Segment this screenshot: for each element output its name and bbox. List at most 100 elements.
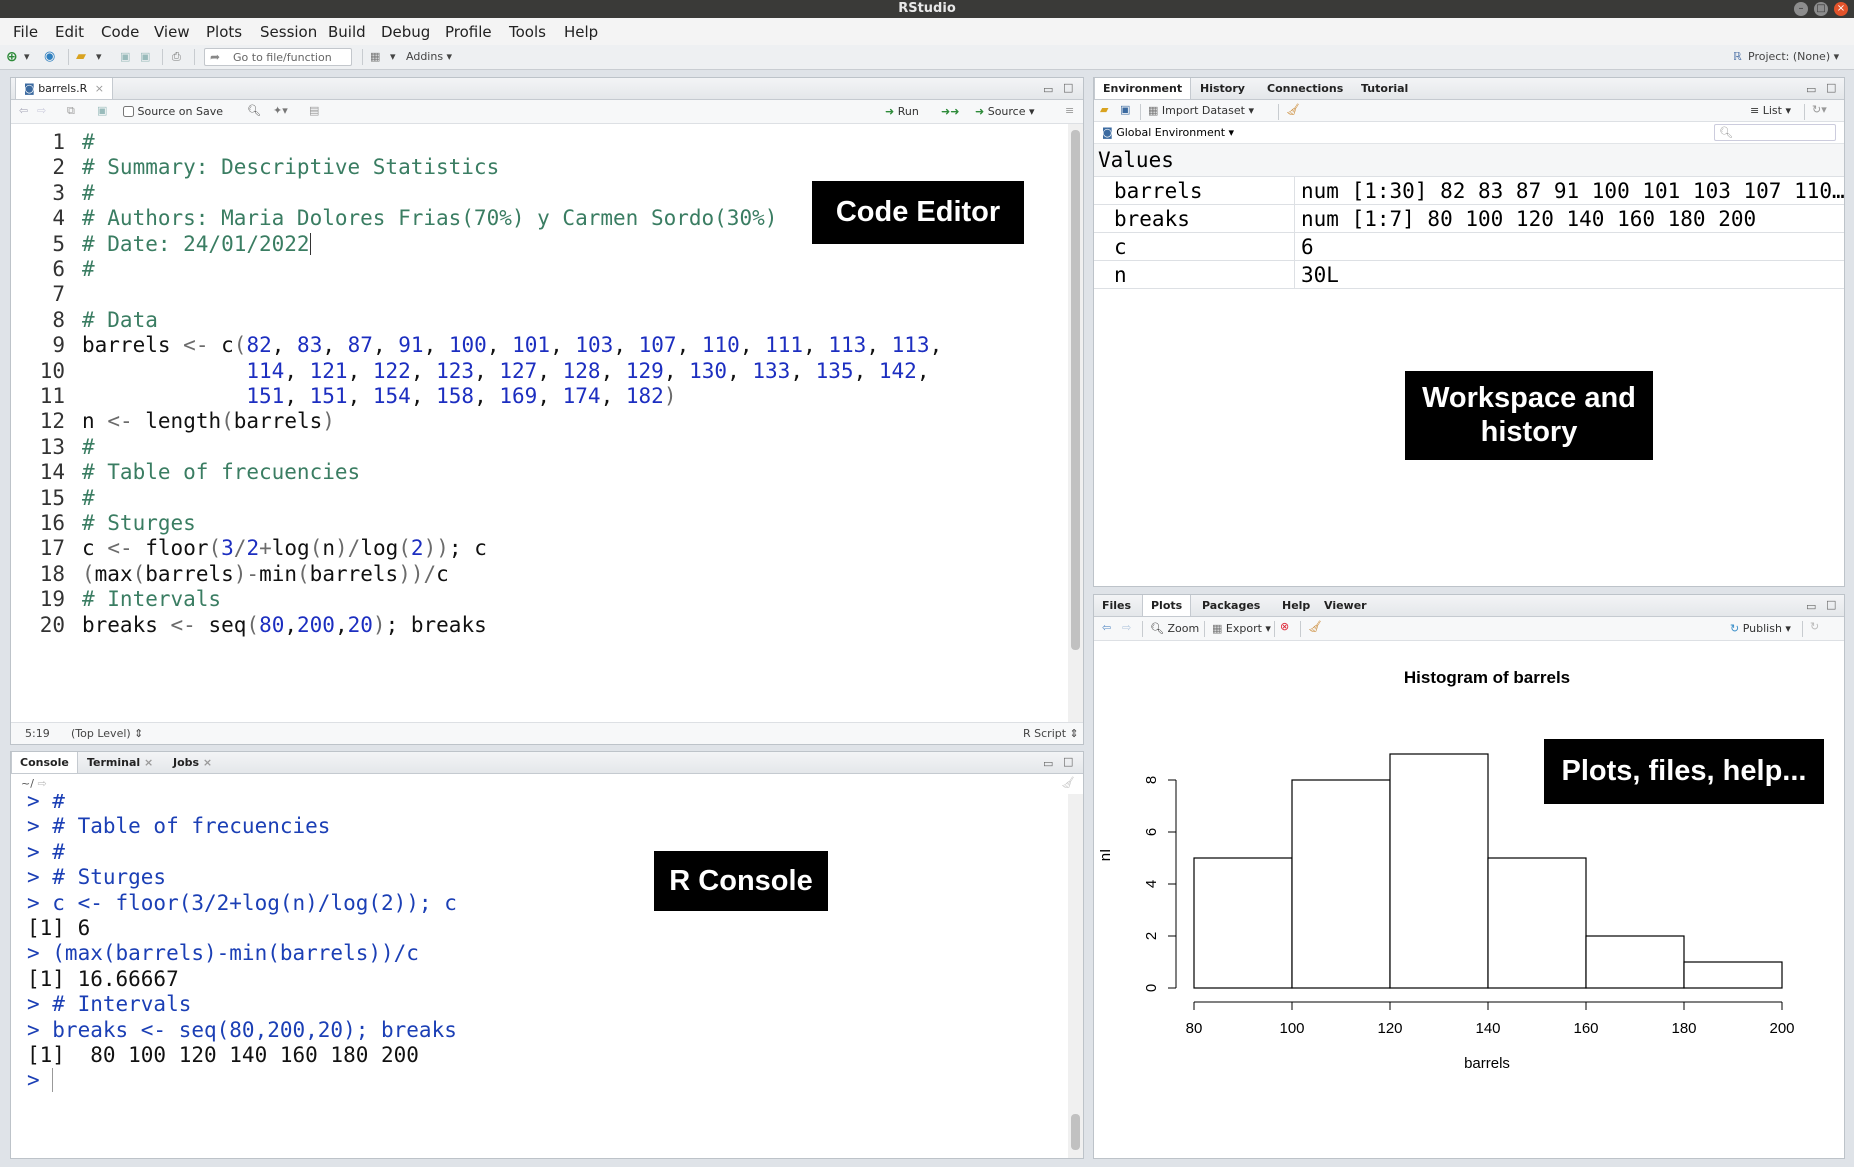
line-number: 20 bbox=[39, 612, 65, 637]
open-dropdown-icon[interactable]: ▾ bbox=[96, 48, 102, 66]
export-button[interactable]: ▦ Export ▾ bbox=[1212, 622, 1271, 635]
back-icon[interactable]: ⇦ bbox=[19, 104, 28, 117]
menu-plots[interactable]: Plots bbox=[206, 23, 242, 41]
remove-plot-icon[interactable]: ⊗ bbox=[1280, 620, 1289, 633]
column-divider bbox=[1294, 177, 1295, 204]
scope-indicator[interactable]: (Top Level) ⇕ bbox=[71, 727, 143, 740]
environment-row[interactable]: n 30L bbox=[1094, 261, 1844, 289]
tab-help[interactable]: Help bbox=[1274, 595, 1318, 616]
environment-row[interactable]: barrels num [1:30] 82 83 87 91 100 101 10… bbox=[1094, 177, 1845, 205]
environment-row[interactable]: c6 bbox=[1094, 233, 1844, 261]
console-scrollbar[interactable] bbox=[1068, 794, 1083, 1158]
refresh-icon[interactable]: ↻▾ bbox=[1812, 103, 1827, 116]
show-in-window-icon[interactable]: ⧉ bbox=[67, 104, 75, 118]
tab-viewer[interactable]: Viewer bbox=[1316, 595, 1375, 616]
new-project-icon[interactable]: ◉ bbox=[44, 48, 55, 66]
tab-barrels-r[interactable]: ◙ barrels.R × bbox=[15, 78, 113, 99]
project-menu[interactable]: Project: (None) ▾ bbox=[1748, 48, 1839, 66]
save-all-icon[interactable]: ▣ bbox=[140, 48, 150, 66]
menu-debug[interactable]: Debug bbox=[381, 23, 430, 41]
menu-help[interactable]: Help bbox=[564, 23, 598, 41]
print-icon[interactable]: ⎙ bbox=[172, 48, 181, 66]
menu-session[interactable]: Session bbox=[260, 23, 317, 41]
compile-report-icon[interactable]: ▤ bbox=[309, 104, 319, 117]
working-dir[interactable]: ~/ ⇨ bbox=[21, 777, 47, 790]
tab-plots-label: Plots bbox=[1151, 599, 1183, 612]
menu-code[interactable]: Code bbox=[101, 23, 139, 41]
maximize-icon[interactable]: □ bbox=[1814, 2, 1828, 16]
menu-profile[interactable]: Profile bbox=[445, 23, 492, 41]
file-type-indicator[interactable]: R Script ⇕ bbox=[1023, 727, 1079, 740]
maximize-pane-icon[interactable]: □ bbox=[1826, 598, 1836, 611]
outline-icon[interactable]: ≡ bbox=[1065, 104, 1074, 117]
tab-console[interactable]: Console bbox=[11, 752, 78, 773]
refresh-icon[interactable]: ↻ bbox=[1810, 620, 1819, 633]
menu-build[interactable]: Build bbox=[328, 23, 366, 41]
environment-row[interactable]: breaks num [1:7] 80 100 120 140 160 180 2… bbox=[1094, 205, 1844, 233]
menu-tools[interactable]: Tools bbox=[509, 23, 546, 41]
close-icon[interactable]: × bbox=[203, 756, 212, 769]
maximize-pane-icon[interactable]: □ bbox=[1826, 81, 1836, 94]
import-dataset-button[interactable]: ▦ Import Dataset ▾ bbox=[1148, 104, 1254, 117]
layout-dropdown-icon[interactable]: ▾ bbox=[390, 48, 396, 66]
broom-icon[interactable]: 🧹︎ bbox=[1286, 103, 1300, 116]
minimize-pane-icon[interactable]: ▭ bbox=[1043, 757, 1053, 770]
tab-plots[interactable]: Plots bbox=[1142, 595, 1192, 616]
tab-jobs[interactable]: Jobs × bbox=[165, 752, 220, 773]
tab-terminal[interactable]: Terminal × bbox=[79, 752, 161, 773]
new-file-icon[interactable]: ⊕ bbox=[6, 48, 18, 66]
maximize-pane-icon[interactable]: □ bbox=[1063, 81, 1073, 94]
list-view-button[interactable]: ≡ List ▾ bbox=[1750, 104, 1791, 117]
magic-wand-icon[interactable]: ✦▾ bbox=[273, 104, 288, 117]
minimize-pane-icon[interactable]: ▭ bbox=[1806, 600, 1816, 613]
source-button[interactable]: ➜ Source ▾ bbox=[975, 105, 1035, 118]
search-icon[interactable]: 🔍︎ bbox=[247, 104, 261, 117]
console-output[interactable]: > # > # Table of frecuencies > # > # Sturge… bbox=[11, 794, 1068, 1158]
minimize-icon[interactable]: – bbox=[1794, 2, 1808, 16]
workspace-label-line1: Workspace and bbox=[1422, 382, 1636, 414]
forward-icon[interactable]: ⇨ bbox=[37, 104, 46, 117]
tab-packages[interactable]: Packages bbox=[1194, 595, 1268, 616]
menu-view[interactable]: View bbox=[154, 23, 190, 41]
tab-files[interactable]: Files bbox=[1094, 595, 1139, 616]
zoom-button[interactable]: 🔍︎ Zoom bbox=[1150, 622, 1199, 635]
save-workspace-icon[interactable]: ▣ bbox=[1120, 103, 1130, 116]
save-icon[interactable]: ▣ bbox=[120, 48, 130, 66]
tab-history[interactable]: History bbox=[1192, 78, 1253, 99]
next-plot-icon[interactable]: ⇨ bbox=[1122, 621, 1131, 634]
tab-connections[interactable]: Connections bbox=[1259, 78, 1351, 99]
dropdown-arrow-icon[interactable]: ▾ bbox=[24, 48, 30, 66]
tab-environment[interactable]: Environment bbox=[1094, 78, 1192, 99]
rerun-icon[interactable]: ➜➜ bbox=[941, 105, 959, 118]
tab-packages-label: Packages bbox=[1202, 599, 1261, 612]
tab-tutorial[interactable]: Tutorial bbox=[1353, 78, 1416, 99]
broom-icon[interactable]: 🧹︎ bbox=[1308, 620, 1322, 633]
previous-plot-icon[interactable]: ⇦ bbox=[1102, 621, 1111, 634]
tab-close-icon[interactable]: × bbox=[95, 82, 104, 95]
save-file-icon[interactable]: ▣ bbox=[97, 104, 107, 117]
variable-value: 6 bbox=[1301, 235, 1314, 259]
x-tick-label: 160 bbox=[1573, 1020, 1598, 1037]
global-env-dropdown[interactable]: ◙ Global Environment ▾ bbox=[1102, 126, 1234, 139]
checkbox[interactable] bbox=[123, 106, 134, 117]
minimize-pane-icon[interactable]: ▭ bbox=[1043, 83, 1053, 96]
minimize-pane-icon[interactable]: ▭ bbox=[1806, 83, 1816, 96]
publish-button[interactable]: ↻ Publish ▾ bbox=[1730, 622, 1791, 635]
close-icon[interactable]: × bbox=[144, 756, 153, 769]
clear-console-icon[interactable]: 🧹︎ bbox=[1061, 776, 1075, 789]
editor-scrollbar[interactable] bbox=[1068, 124, 1083, 722]
menu-file[interactable]: File bbox=[13, 23, 38, 41]
environment-search-input[interactable]: 🔍︎ bbox=[1714, 124, 1836, 141]
run-button[interactable]: ➜ Run bbox=[885, 105, 919, 118]
maximize-pane-icon[interactable]: □ bbox=[1063, 755, 1073, 768]
load-workspace-icon[interactable]: ▰ bbox=[1100, 103, 1108, 116]
grid-layout-icon[interactable]: ▦ bbox=[370, 48, 380, 66]
open-file-icon[interactable]: ▰ bbox=[76, 48, 86, 66]
menu-edit[interactable]: Edit bbox=[55, 23, 84, 41]
addins-button[interactable]: Addins ▾ bbox=[406, 48, 452, 66]
goto-file-input[interactable]: ➦ Go to file/function bbox=[204, 48, 352, 66]
source-on-save-checkbox[interactable]: Source on Save bbox=[123, 105, 223, 118]
close-icon[interactable]: × bbox=[1834, 2, 1848, 16]
console-scroll-thumb[interactable] bbox=[1071, 1114, 1080, 1150]
editor-scroll-thumb[interactable] bbox=[1071, 130, 1080, 650]
